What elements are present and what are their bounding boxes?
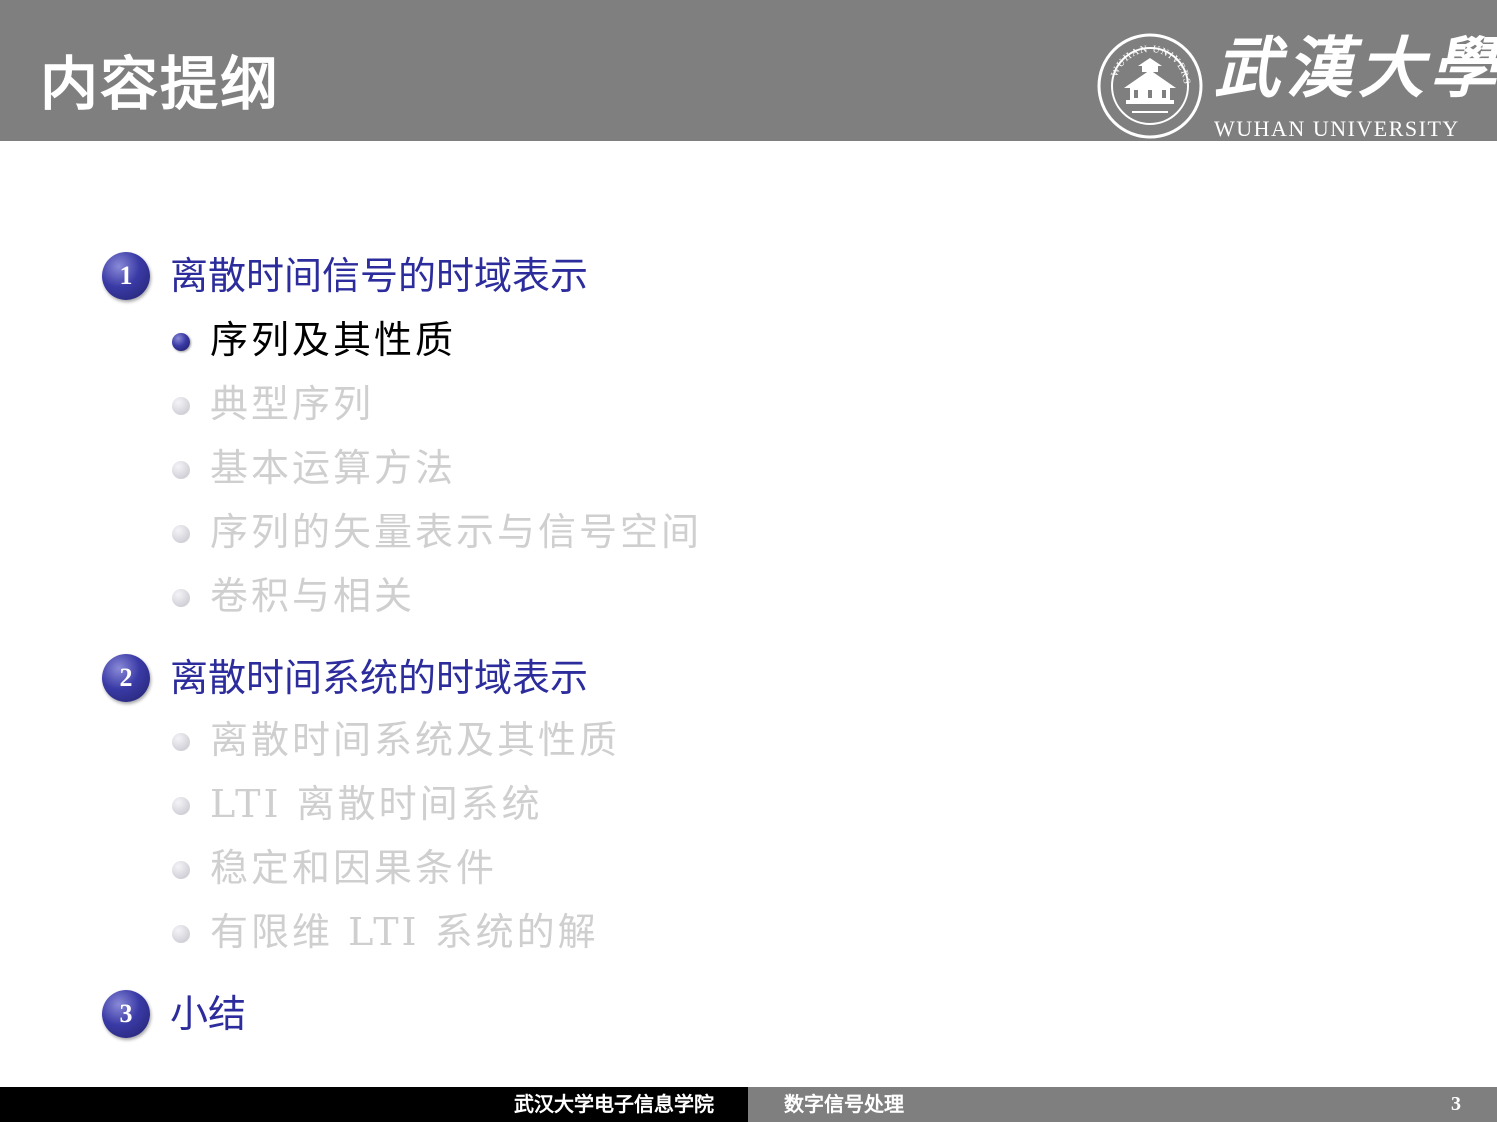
bullet-icon: [172, 925, 190, 943]
bullet-icon: [172, 461, 190, 479]
bullet-icon: [172, 589, 190, 607]
university-name-cn: 武漢大學: [1214, 29, 1497, 107]
footer-course: 数字信号处理: [784, 1092, 904, 1116]
outline-item-label: LTI 离散时间系统: [210, 782, 543, 826]
outline-item-label: 离散时间系统及其性质: [210, 718, 621, 762]
section-title: 小结: [170, 992, 247, 1036]
outline-item-label: 基本运算方法: [210, 446, 457, 490]
bullet-icon: [172, 333, 190, 351]
page-title: 内容提纲: [40, 50, 281, 118]
university-logo: WUHAN UNIVERSITY 武漢大學 WUHAN UNIVERSITY: [1096, 29, 1496, 141]
section-number-badge: 1: [102, 252, 150, 300]
outline-item-label: 有限维 LTI 系统的解: [210, 910, 599, 954]
footer-bar: 武汉大学电子信息学院 数字信号处理 3: [0, 1087, 1497, 1122]
bullet-icon: [172, 733, 190, 751]
section-title: 离散时间信号的时域表示: [170, 254, 589, 298]
university-seal-icon: WUHAN UNIVERSITY: [1096, 32, 1203, 139]
outline-item-label: 序列及其性质: [210, 318, 457, 362]
header-bar: 内容提纲 WUHAN UNIVERSITY 武漢大學 WUHAN UNIVERS…: [0, 0, 1497, 141]
bullet-icon: [172, 525, 190, 543]
section-title: 离散时间系统的时域表示: [170, 656, 589, 700]
bullet-icon: [172, 397, 190, 415]
bullet-icon: [172, 797, 190, 815]
outline-item-label: 稳定和因果条件: [210, 846, 498, 890]
section-number-badge: 2: [102, 654, 150, 702]
university-name-en: WUHAN UNIVERSITY: [1214, 116, 1460, 141]
outline-item-label: 序列的矢量表示与信号空间: [210, 510, 703, 554]
bullet-icon: [172, 861, 190, 879]
outline-item-label: 典型序列: [210, 382, 375, 426]
footer-institution: 武汉大学电子信息学院: [514, 1092, 714, 1116]
footer-left: 武汉大学电子信息学院: [0, 1087, 748, 1122]
outline-item-label: 卷积与相关: [210, 574, 416, 618]
page-number: 3: [1451, 1093, 1461, 1115]
section-number-badge: 3: [102, 990, 150, 1038]
footer-right: 数字信号处理 3: [748, 1087, 1497, 1122]
